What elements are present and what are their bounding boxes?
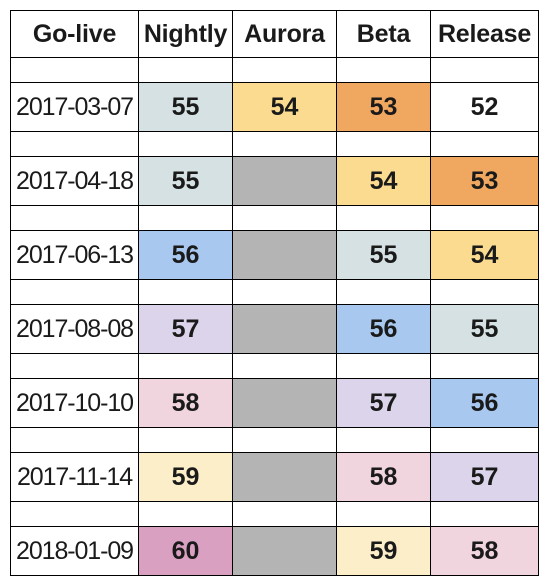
spacer-cell: [232, 57, 337, 83]
version-cell-nightly: 57: [138, 304, 233, 354]
column-header-release: Release: [430, 10, 539, 58]
spacer-row: [10, 205, 539, 231]
version-cell-beta: 54: [336, 156, 431, 206]
table-row: 2018-01-09 60 59 58: [10, 526, 539, 576]
spacer-cell: [138, 131, 233, 157]
spacer-cell: [232, 353, 337, 379]
spacer-cell: [10, 57, 139, 83]
spacer-cell: [232, 279, 337, 305]
spacer-cell: [138, 279, 233, 305]
version-cell-aurora: [232, 378, 337, 428]
go-live-date-cell: 2017-03-07: [10, 82, 139, 132]
version-cell-release: 52: [430, 82, 539, 132]
version-cell-beta: 53: [336, 82, 431, 132]
spacer-cell: [10, 279, 139, 305]
spacer-cell: [430, 353, 539, 379]
go-live-date-cell: 2017-04-18: [10, 156, 139, 206]
spacer-cell: [336, 279, 431, 305]
version-cell-release: 56: [430, 378, 539, 428]
spacer-cell: [232, 427, 337, 453]
spacer-cell: [10, 427, 139, 453]
version-cell-nightly: 55: [138, 156, 233, 206]
version-cell-aurora: [232, 304, 337, 354]
spacer-row: [10, 279, 539, 305]
spacer-cell: [336, 57, 431, 83]
spacer-cell: [336, 427, 431, 453]
version-cell-nightly: 55: [138, 82, 233, 132]
spacer-cell: [138, 57, 233, 83]
spacer-cell: [232, 501, 337, 527]
go-live-date-cell: 2018-01-09: [10, 526, 139, 576]
version-cell-nightly: 58: [138, 378, 233, 428]
version-cell-release: 58: [430, 526, 539, 576]
table-row: 2017-04-18 55 54 53: [10, 156, 539, 206]
version-cell-aurora: [232, 452, 337, 502]
spacer-cell: [430, 57, 539, 83]
go-live-date-cell: 2017-10-10: [10, 378, 139, 428]
spacer-cell: [138, 205, 233, 231]
spacer-row: [10, 353, 539, 379]
spacer-cell: [336, 501, 431, 527]
table-row: 2017-08-08 57 56 55: [10, 304, 539, 354]
table-row: 2017-03-07 55 54 53 52: [10, 82, 539, 132]
spacer-cell: [10, 131, 139, 157]
version-cell-nightly: 56: [138, 230, 233, 280]
spacer-cell: [138, 501, 233, 527]
spacer-cell: [232, 131, 337, 157]
release-train-table: Go-live Nightly Aurora Beta Release 2017…: [10, 10, 539, 576]
header-row: Go-live Nightly Aurora Beta Release: [10, 10, 539, 58]
release-matrix-container: Go-live Nightly Aurora Beta Release 2017…: [10, 10, 539, 576]
spacer-cell: [430, 501, 539, 527]
version-cell-beta: 58: [336, 452, 431, 502]
version-cell-aurora: [232, 526, 337, 576]
go-live-date-cell: 2017-08-08: [10, 304, 139, 354]
spacer-cell: [430, 279, 539, 305]
spacer-cell: [138, 353, 233, 379]
go-live-date-cell: 2017-06-13: [10, 230, 139, 280]
version-cell-release: 53: [430, 156, 539, 206]
spacer-cell: [10, 501, 139, 527]
column-header-beta: Beta: [336, 10, 431, 58]
spacer-cell: [10, 353, 139, 379]
version-cell-aurora: [232, 156, 337, 206]
table-row: 2017-11-14 59 58 57: [10, 452, 539, 502]
version-cell-nightly: 59: [138, 452, 233, 502]
spacer-cell: [336, 131, 431, 157]
version-cell-beta: 59: [336, 526, 431, 576]
spacer-row: [10, 131, 539, 157]
spacer-row: [10, 501, 539, 527]
column-header-nightly: Nightly: [138, 10, 233, 58]
table-row: 2017-10-10 58 57 56: [10, 378, 539, 428]
spacer-cell: [430, 427, 539, 453]
spacer-cell: [138, 427, 233, 453]
column-header-aurora: Aurora: [232, 10, 337, 58]
version-cell-release: 55: [430, 304, 539, 354]
spacer-cell: [336, 353, 431, 379]
version-cell-aurora: 54: [232, 82, 337, 132]
table-header: Go-live Nightly Aurora Beta Release: [10, 10, 539, 58]
version-cell-beta: 55: [336, 230, 431, 280]
spacer-cell: [430, 205, 539, 231]
version-cell-nightly: 60: [138, 526, 233, 576]
go-live-date-cell: 2017-11-14: [10, 452, 139, 502]
column-header-go-live: Go-live: [10, 10, 139, 58]
spacer-cell: [430, 131, 539, 157]
spacer-row: [10, 57, 539, 83]
version-cell-release: 54: [430, 230, 539, 280]
spacer-cell: [10, 205, 139, 231]
version-cell-release: 57: [430, 452, 539, 502]
spacer-row: [10, 427, 539, 453]
version-cell-aurora: [232, 230, 337, 280]
table-body: 2017-03-07 55 54 53 52 2017-04-18 55 54 53 2017-0…: [10, 57, 539, 576]
version-cell-beta: 56: [336, 304, 431, 354]
version-cell-beta: 57: [336, 378, 431, 428]
table-row: 2017-06-13 56 55 54: [10, 230, 539, 280]
spacer-cell: [336, 205, 431, 231]
spacer-cell: [232, 205, 337, 231]
